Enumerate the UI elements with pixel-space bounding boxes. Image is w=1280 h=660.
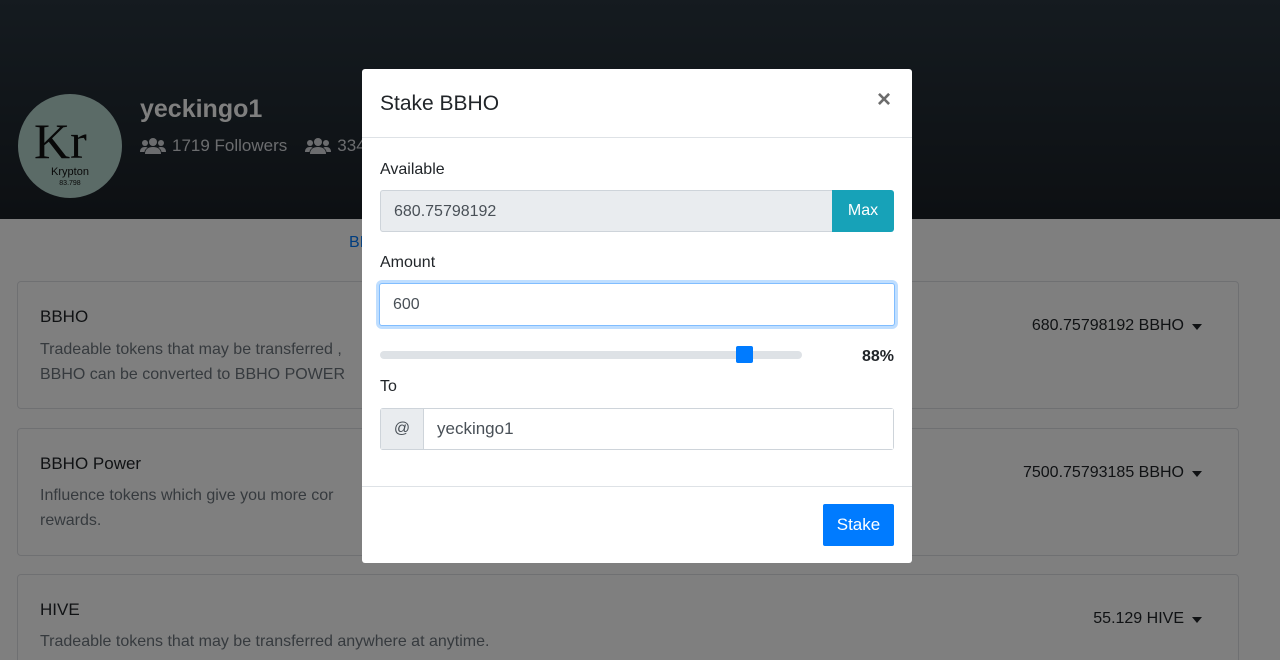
to-label: To [380,378,397,395]
available-field: 680.75798192 [380,190,832,232]
stake-button[interactable]: Stake [823,504,894,546]
modal-footer-divider [362,486,912,487]
modal-header: Stake BBHO × [362,69,912,138]
modal-title: Stake BBHO [380,92,500,115]
amount-input[interactable] [379,283,895,326]
at-prefix: @ [381,409,424,449]
stake-modal: Stake BBHO × Available 680.75798192 Max … [362,69,912,563]
to-input-group: @ [380,408,894,450]
available-label: Available [380,161,445,178]
slider-percent: 88% [861,348,894,365]
slider-handle[interactable] [736,346,754,363]
close-icon[interactable]: × [875,88,893,112]
max-button[interactable]: Max [832,190,894,232]
recipient-input[interactable] [424,409,893,449]
amount-label: Amount [380,254,436,271]
